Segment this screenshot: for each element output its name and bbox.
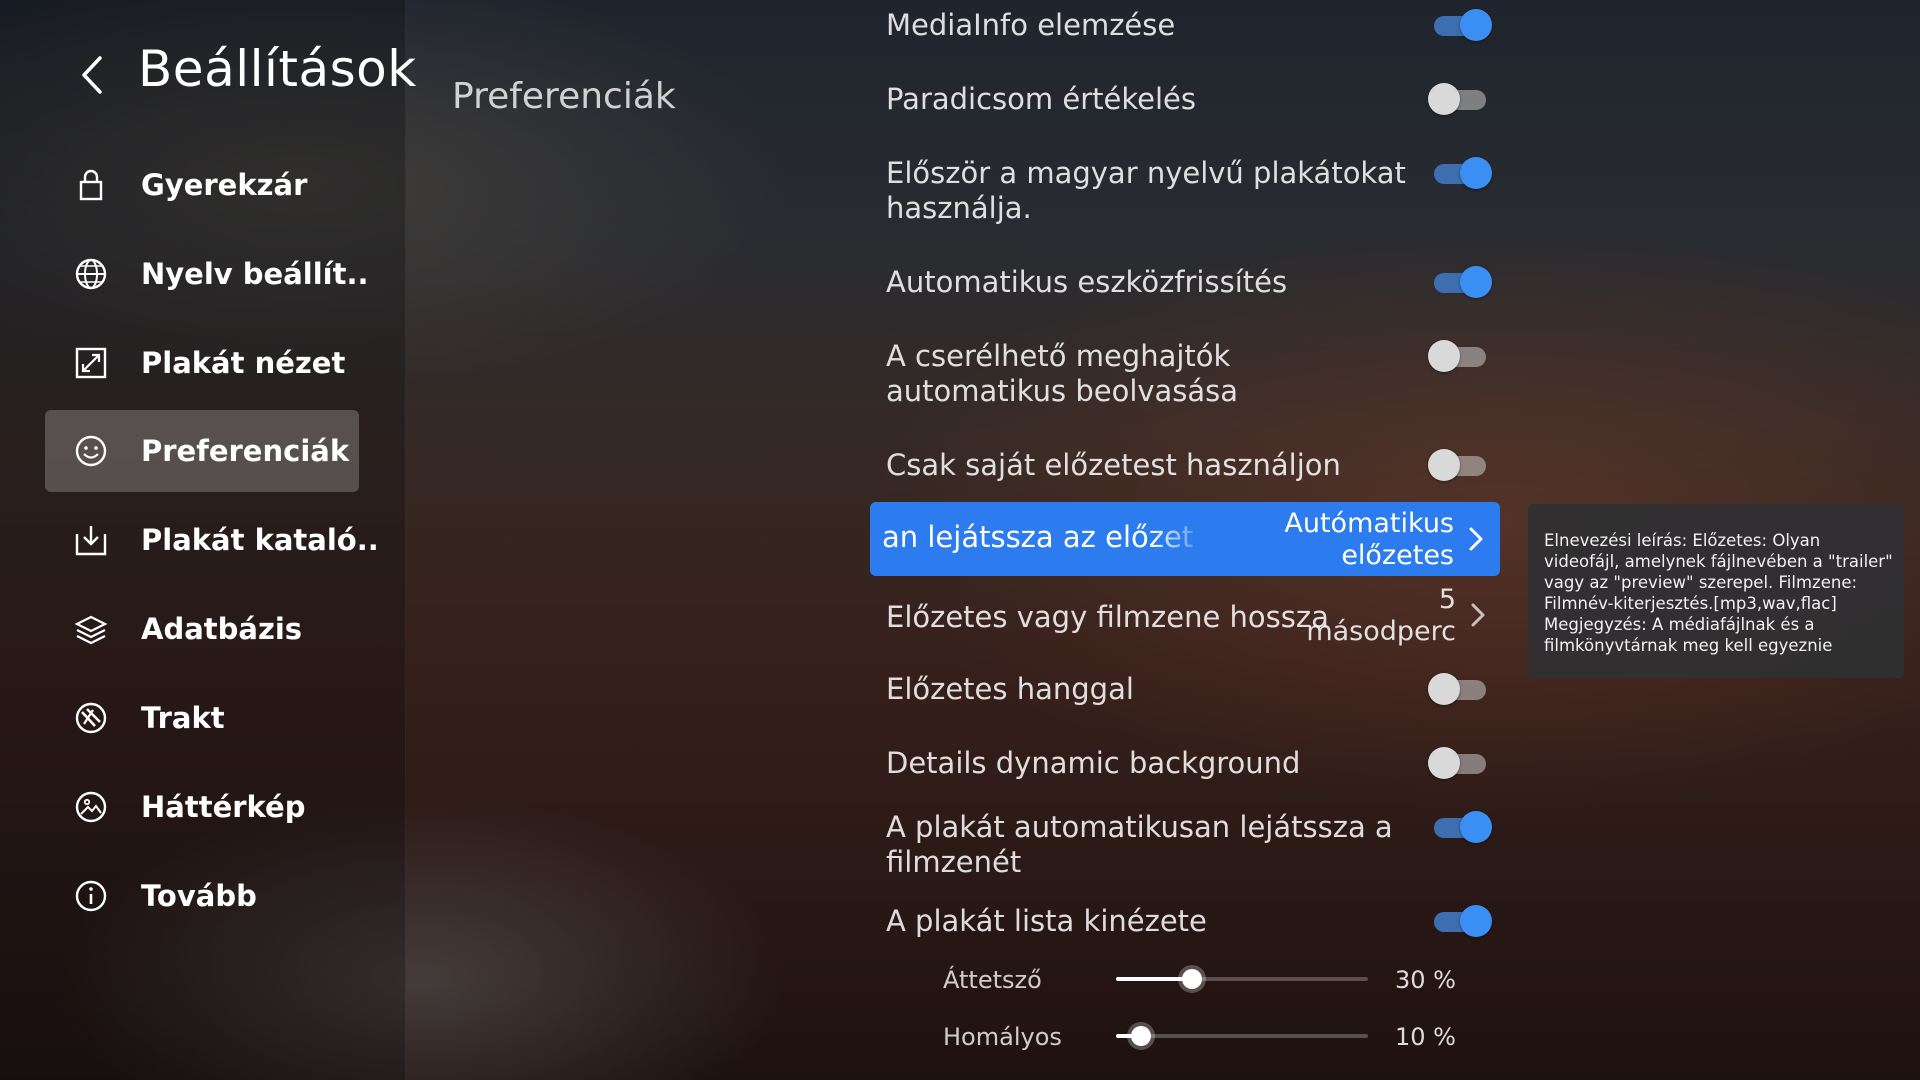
setting-label: A cserélhető meghajtók automatikus beolv…	[886, 339, 1239, 408]
lock-icon	[79, 169, 103, 201]
toggle-switch[interactable]	[1434, 266, 1492, 298]
sidebar-item-gyerekzar[interactable]: Gyerekzár	[45, 144, 359, 226]
setting-value-line: 5	[1438, 584, 1456, 615]
back-arrow-icon[interactable]	[72, 50, 112, 100]
slider-value: 10 %	[1395, 1023, 1456, 1051]
toggle-switch[interactable]	[1428, 449, 1486, 481]
sidebar-item-hatterkep[interactable]: Háttérkép	[45, 766, 359, 848]
setting-label: Először a magyar nyelvű plakátokat haszn…	[886, 156, 1406, 225]
blur-slider[interactable]	[1116, 1021, 1368, 1051]
sidebar-item-label: Tovább	[141, 879, 257, 913]
page-title: Beállítások	[138, 40, 417, 98]
smiley-icon	[75, 435, 107, 467]
toggle-switch[interactable]	[1428, 340, 1486, 372]
globe-icon	[75, 258, 107, 290]
setting-row-elozetes-lejatszas[interactable]: an lejátssza az előzet Autómatikus előze…	[870, 502, 1500, 576]
setting-value-line: Autómatikus	[1284, 508, 1454, 539]
sidebar-item-plakat-nezet[interactable]: Plakát nézet	[45, 322, 359, 404]
toggle-switch[interactable]	[1428, 83, 1486, 115]
info-icon	[75, 880, 107, 912]
setting-label: Automatikus eszközfrissítés	[886, 265, 1288, 299]
toggle-switch[interactable]	[1434, 9, 1492, 41]
sidebar-item-label: Adatbázis	[141, 612, 303, 646]
database-icon	[74, 615, 108, 645]
chevron-right-icon	[1469, 527, 1483, 551]
sidebar-item-plakat-katalogus[interactable]: Plakát kataló..	[45, 499, 379, 581]
setting-label: Előzetes hanggal	[886, 672, 1134, 706]
slider-label: Áttetsző	[943, 966, 1042, 994]
sidebar-item-adatbazis[interactable]: Adatbázis	[45, 588, 359, 670]
trakt-icon	[75, 702, 107, 734]
toggle-switch[interactable]	[1428, 747, 1486, 779]
sidebar: Beállítások Gyerekzár Nyelv beállít.. Pl…	[0, 0, 416, 1080]
chevron-right-icon	[1471, 603, 1485, 627]
setting-label: Paradicsom értékelés	[886, 82, 1196, 116]
tooltip: Elnevezési leírás: Előzetes: Olyan video…	[1528, 504, 1904, 678]
sidebar-item-tovabb[interactable]: Tovább	[45, 855, 359, 937]
slider-thumb[interactable]	[1131, 1026, 1151, 1046]
setting-value: Autómatikus előzetes	[1284, 508, 1454, 572]
wallpaper-icon	[75, 791, 107, 823]
section-title: Preferenciák	[452, 76, 676, 117]
sidebar-item-label: Nyelv beállít..	[141, 257, 369, 291]
toggle-switch[interactable]	[1428, 673, 1486, 705]
sidebar-item-label: Preferenciák	[141, 434, 350, 468]
setting-value-line: másodperc	[1306, 616, 1456, 647]
slider-thumb[interactable]	[1182, 969, 1202, 989]
toggle-switch[interactable]	[1434, 905, 1492, 937]
toggle-switch[interactable]	[1434, 811, 1492, 843]
setting-label: Details dynamic background	[886, 746, 1301, 780]
toggle-switch[interactable]	[1434, 157, 1492, 189]
transparency-slider[interactable]	[1116, 964, 1368, 994]
setting-label: A plakát automatikusan lejátssza a filmz…	[886, 810, 1393, 879]
setting-label: MediaInfo elemzése	[886, 8, 1176, 42]
setting-label: Csak saját előzetest használjon	[886, 448, 1341, 482]
download-icon	[75, 526, 107, 556]
setting-label: A plakát lista kinézete	[886, 904, 1207, 938]
slider-label: Homályos	[943, 1023, 1062, 1051]
sidebar-item-nyelv[interactable]: Nyelv beállít..	[45, 233, 369, 315]
sidebar-item-label: Plakát nézet	[141, 346, 346, 380]
setting-label: an lejátssza az előzet	[882, 520, 1194, 554]
sidebar-item-label: Gyerekzár	[141, 168, 308, 202]
slider-value: 30 %	[1395, 966, 1456, 994]
expand-icon	[75, 347, 107, 379]
sidebar-item-label: Plakát kataló..	[141, 523, 379, 557]
setting-value: 5 másodperc	[1306, 584, 1456, 648]
tooltip-text: Elnevezési leírás: Előzetes: Olyan video…	[1544, 531, 1893, 655]
text-fade	[1150, 502, 1210, 576]
sidebar-item-trakt[interactable]: Trakt	[45, 677, 359, 759]
sidebar-item-label: Háttérkép	[141, 790, 306, 824]
sidebar-item-label: Trakt	[141, 701, 225, 735]
sidebar-item-preferenciak[interactable]: Preferenciák	[45, 410, 359, 492]
setting-value-line: előzetes	[1341, 540, 1454, 571]
